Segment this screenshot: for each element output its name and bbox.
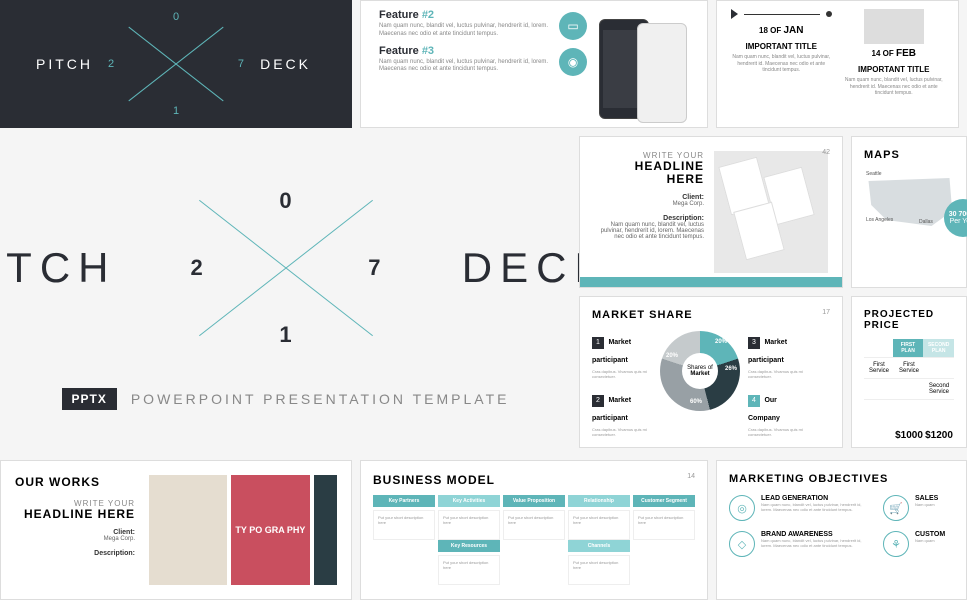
work-image-stamp (149, 475, 227, 585)
work-image-poster: TY PO GRA PHY (231, 475, 309, 585)
timeline-card: 18 OF JAN IMPORTANT TITLE Nam quam nunc,… (716, 0, 959, 128)
people-icon: ⚘ (883, 531, 909, 557)
target-icon: ◎ (729, 495, 755, 521)
headline-card: WRITE YOUR HEADLINE HERE Client:Mega Cor… (579, 136, 843, 288)
cart-icon: 🛒 (883, 495, 909, 521)
donut-chart: Shares ofMarket 20% 26% 60% 20% (660, 331, 740, 411)
phone-mockups (599, 9, 689, 119)
logo-pitch: PITCH (36, 56, 93, 72)
pitch-deck-logo-large: PITCH DECK 0 2 7 1 (86, 178, 486, 358)
hero-subtitle: POWERPOINT PRESENTATION TEMPLATE (131, 391, 510, 407)
diamond-icon: ◇ (729, 531, 755, 557)
camera-icon: ◉ (559, 48, 587, 76)
pptx-badge: PPTX (62, 388, 117, 410)
hero-dark-card: PITCH DECK 0 2 7 1 (0, 0, 352, 128)
logo-deck: DECK (260, 56, 311, 72)
projected-price-card: PROJECTED PRICE FIRST PLANSECOND PLAN Fi… (851, 296, 967, 448)
pitch-deck-logo: PITCH DECK 0 2 7 1 (86, 19, 266, 109)
headline-image-grid (714, 151, 828, 273)
timeline-image (864, 9, 924, 44)
business-model-card: BUSINESS MODEL 14 Key PartnersPut your s… (360, 460, 708, 600)
hero-light-card: PITCH DECK 0 2 7 1 PPTX POWERPOINT PRESE… (0, 136, 571, 452)
credit-card-icon: ▭ (559, 12, 587, 40)
maps-card: MAPS Seattle Los Angeles Dallas 30 700 K… (851, 136, 967, 288)
arrow-right-icon (731, 9, 738, 19)
features-card: ▭ Feature #2 Nam quam nunc, blandit vel,… (360, 0, 708, 128)
work-image (314, 475, 337, 585)
our-works-card: OUR WORKS WRITE YOUR HEADLINE HERE Clien… (0, 460, 352, 600)
market-share-card: MARKET SHARE 17 1 Market participantCras… (579, 296, 843, 448)
marketing-objectives-card: MARKETING OBJECTIVES ◎LEAD GENERATIONNam… (716, 460, 967, 600)
